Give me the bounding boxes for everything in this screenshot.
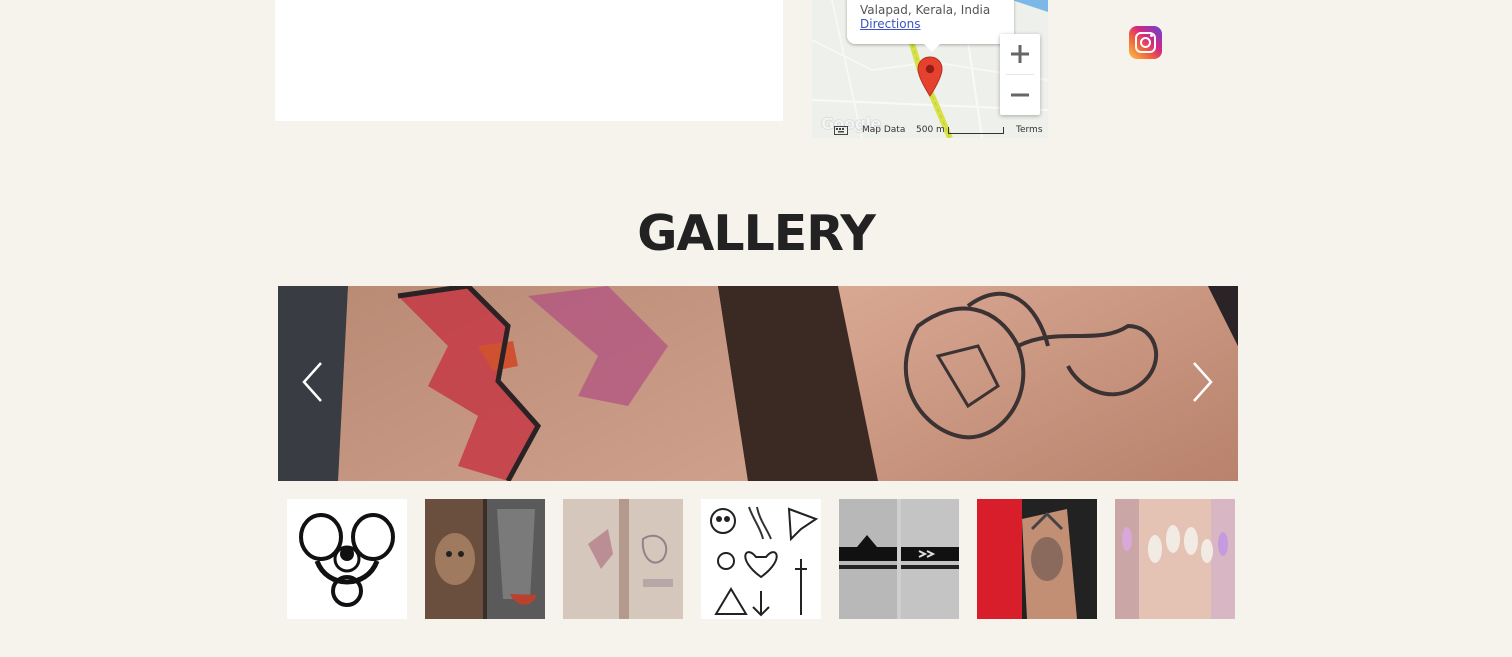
keyboard-icon[interactable] bbox=[834, 126, 848, 135]
map-info-window: Valapad, Kerala, India Directions bbox=[847, 0, 1014, 44]
gallery-thumbnail-faded-forearm[interactable] bbox=[563, 499, 683, 619]
slider-next-button[interactable] bbox=[1188, 359, 1218, 405]
gallery-thumbnail-armbands[interactable] bbox=[839, 499, 959, 619]
zoom-out-button[interactable] bbox=[1000, 75, 1040, 115]
instagram-icon[interactable] bbox=[1129, 26, 1162, 59]
gallery-thumbnails bbox=[287, 499, 1237, 619]
map-scale-bar bbox=[948, 127, 1004, 134]
gallery-slide[interactable] bbox=[278, 286, 1238, 481]
gallery-thumbnail-nail-art[interactable] bbox=[1115, 499, 1235, 619]
map-marker-icon[interactable] bbox=[917, 56, 943, 98]
gallery-thumbnail-woman-portrait[interactable] bbox=[977, 499, 1097, 619]
map-scale-label: 500 m bbox=[916, 125, 945, 135]
directions-link[interactable]: Directions bbox=[860, 17, 920, 31]
map-data-link[interactable]: Map Data bbox=[862, 125, 905, 135]
gallery-title: GALLERY bbox=[637, 205, 876, 262]
slider-prev-button[interactable] bbox=[297, 359, 327, 405]
instagram-dot bbox=[1150, 34, 1153, 37]
map-footer: Map Data 500 m Terms bbox=[812, 122, 1048, 138]
gallery-thumbnail-biohazard[interactable] bbox=[287, 499, 407, 619]
tattoo-slide-image bbox=[278, 286, 1238, 481]
minus-icon bbox=[1011, 93, 1029, 97]
map-zoom-controls bbox=[1000, 34, 1040, 115]
info-window-tail bbox=[923, 43, 941, 52]
zoom-in-button[interactable] bbox=[1000, 34, 1040, 74]
chevron-right-icon bbox=[1193, 362, 1213, 402]
content-card bbox=[275, 0, 783, 121]
gallery-thumbnail-dog-portrait[interactable] bbox=[425, 499, 545, 619]
instagram-lens bbox=[1140, 37, 1151, 48]
google-map[interactable]: Valapad, Kerala, India Directions Google… bbox=[812, 0, 1048, 138]
chevron-left-icon bbox=[302, 362, 322, 402]
map-address: Valapad, Kerala, India bbox=[860, 3, 991, 17]
gallery-thumbnail-flash-sheet[interactable] bbox=[701, 499, 821, 619]
terms-link[interactable]: Terms bbox=[1016, 125, 1043, 135]
plus-icon bbox=[1011, 45, 1029, 63]
